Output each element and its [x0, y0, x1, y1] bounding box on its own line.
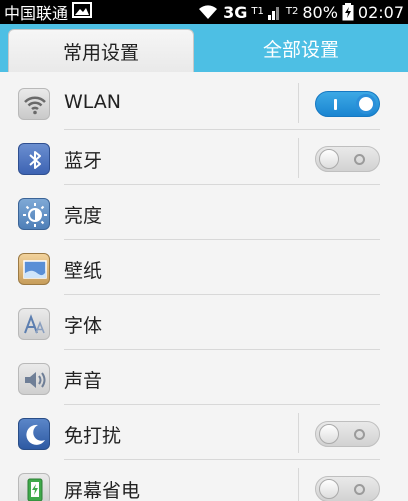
wifi-signal-icon [197, 4, 219, 20]
do-not-disturb-toggle[interactable] [315, 421, 380, 447]
divider [298, 413, 299, 453]
battery-icon [342, 3, 354, 21]
cell-signal-icon [267, 4, 282, 20]
setting-row-wallpaper[interactable]: 壁纸 [0, 240, 408, 295]
divider [298, 468, 299, 501]
setting-label-wlan: WLAN [64, 91, 122, 113]
clock: 02:07 [357, 2, 404, 22]
setting-label-bluetooth: 蓝牙 [64, 150, 103, 172]
setting-label-font: 字体 [64, 315, 103, 337]
setting-row-sound[interactable]: 声音 [0, 350, 408, 405]
battery-saver-icon [18, 473, 50, 501]
screen-power-saving-toggle[interactable] [315, 476, 380, 501]
setting-label-screen-power-saving: 屏幕省电 [64, 480, 141, 501]
sim1-indicator: T1 [251, 6, 264, 17]
wallpaper-icon [18, 253, 50, 285]
settings-tabs: 常用设置 全部设置 [0, 24, 408, 72]
tab-all-settings[interactable]: 全部设置 [194, 24, 408, 72]
moon-icon [18, 418, 50, 450]
setting-row-font[interactable]: 字体 [0, 295, 408, 350]
setting-label-do-not-disturb: 免打扰 [64, 425, 122, 447]
divider [298, 138, 299, 178]
battery-percent: 80% [302, 2, 338, 22]
wifi-icon [18, 88, 50, 120]
setting-row-do-not-disturb[interactable]: 免打扰 [0, 405, 408, 460]
bluetooth-toggle[interactable] [315, 146, 380, 172]
font-icon [18, 308, 50, 340]
network-type: 3G [223, 2, 248, 22]
wlan-toggle[interactable] [315, 91, 380, 117]
divider [298, 83, 299, 123]
status-bar: 中国联通 3G T1 T2 80% 02:07 [0, 0, 408, 24]
carrier-name: 中国联通 [4, 4, 69, 23]
gallery-notification-icon [72, 2, 93, 22]
setting-label-sound: 声音 [64, 370, 103, 392]
setting-label-wallpaper: 壁纸 [64, 260, 103, 282]
sound-icon [18, 363, 50, 395]
setting-row-brightness[interactable]: 亮度 [0, 185, 408, 240]
setting-row-screen-power-saving[interactable]: 屏幕省电 [0, 460, 408, 501]
bluetooth-icon [18, 143, 50, 175]
brightness-icon [18, 198, 50, 230]
setting-label-brightness: 亮度 [64, 205, 103, 227]
setting-row-wlan[interactable]: WLAN [0, 75, 408, 130]
sim2-indicator: T2 [285, 6, 299, 17]
setting-row-bluetooth[interactable]: 蓝牙 [0, 130, 408, 185]
tab-common-settings[interactable]: 常用设置 [8, 29, 194, 72]
